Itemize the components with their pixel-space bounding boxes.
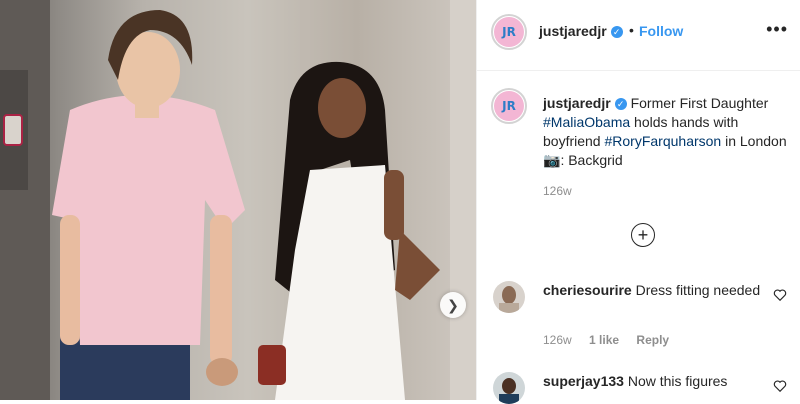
comment-body: Dress fitting needed [635,282,761,298]
chevron-right-icon: ❯ [447,297,459,313]
heart-icon[interactable] [773,288,787,302]
verified-badge-icon: ✓ [610,26,623,39]
comment-username[interactable]: superjay133 [543,373,624,389]
comment-timestamp[interactable]: 126w [543,333,572,347]
comment-meta: 126w 1 like Reply [543,333,683,347]
comment-username[interactable]: cheriesourire [543,282,632,298]
post-side-panel: JR justjaredjr ✓ • Follow ••• JR justjare… [477,0,800,404]
follow-button[interactable]: Follow [639,23,683,39]
comment-text: superjay133 Now this figures [543,372,763,391]
verified-badge-icon: ✓ [614,98,627,111]
avatar-image [493,372,525,404]
heart-icon[interactable] [773,379,787,393]
profile-avatar[interactable]: JR [491,14,527,50]
commenter-avatar[interactable] [493,372,525,404]
caption-username[interactable]: justjaredjr [543,95,611,111]
post-image [0,0,476,400]
caption-text: justjaredjr ✓ Former First Daughter #Mali… [543,94,793,170]
load-more-comments-button[interactable]: + [631,223,655,247]
caption-timestamp[interactable]: 126w [543,184,572,198]
caption-avatar[interactable]: JR [491,88,527,124]
comment-text: cheriesourire Dress fitting needed [543,281,763,300]
hashtag-malia[interactable]: #MaliaObama [543,114,630,130]
hashtag-rory[interactable]: #RoryFarquharson [604,133,721,149]
caption-text-1: Former First Daughter [630,95,769,111]
plus-icon: + [637,225,649,245]
avatar-logo: JR [494,91,524,121]
post-photo: ❯ [0,0,476,400]
separator-dot: • [629,22,634,38]
post-header: JR justjaredjr ✓ • Follow ••• [477,0,800,71]
caption-text-4: : Backgrid [560,152,623,168]
avatar-logo: JR [494,17,524,47]
carousel-next-button[interactable]: ❯ [440,292,466,318]
reply-button[interactable]: Reply [636,333,669,347]
commenter-avatar[interactable] [493,281,525,313]
header-username[interactable]: justjaredjr ✓ [539,23,623,39]
comment-likes[interactable]: 1 like [589,333,619,347]
avatar-image [493,281,525,313]
caption-text-3: in London [725,133,787,149]
comment-body: Now this figures [627,373,728,389]
more-dots-icon[interactable]: ••• [766,19,788,40]
camera-emoji-icon: 📷 [543,152,561,168]
